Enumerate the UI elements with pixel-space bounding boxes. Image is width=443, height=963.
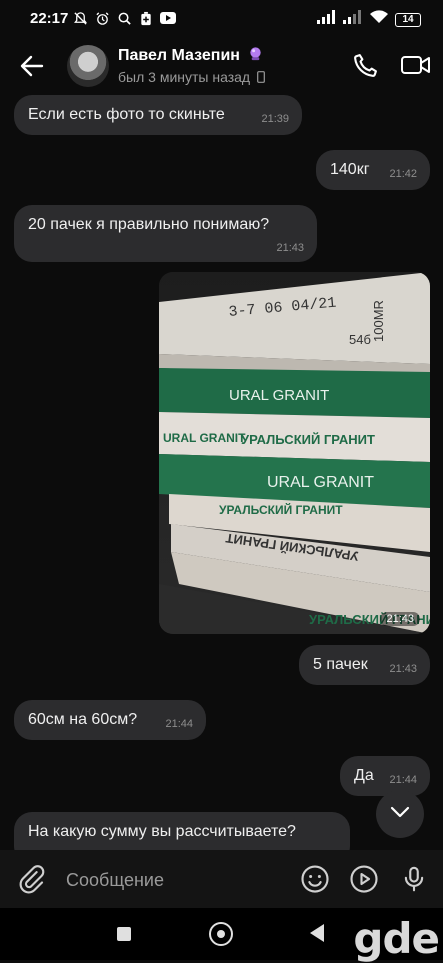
message-time: 21:44: [165, 718, 193, 730]
message-text: Если есть фото то скиньте: [28, 106, 225, 123]
photo-brand-3: УРАЛЬСКИЙ ГРАНИТ: [241, 432, 375, 447]
message-time: 21:42: [389, 168, 417, 180]
photo-brand-5: УРАЛЬСКИЙ ГРАНИТ: [219, 502, 343, 517]
message-time: 21:43: [276, 242, 304, 254]
chevron-down-icon: [390, 805, 410, 823]
status-icons-right: 14: [317, 10, 421, 29]
message-text: На какую сумму вы рассчитываете?: [28, 823, 296, 840]
home-dot-icon: [217, 930, 225, 938]
mute-bell-icon: [72, 10, 88, 26]
back-arrow-icon[interactable]: [18, 52, 46, 80]
photo-brand-4: URAL GRANIT: [267, 474, 374, 491]
avatar[interactable]: [67, 45, 109, 87]
message-composer: [0, 850, 443, 908]
photo-time: 21:43: [380, 612, 420, 626]
message-bubble-out[interactable]: 140кг 21:42: [316, 150, 430, 190]
message-bubble-in[interactable]: 60см на 60см? 21:44: [14, 700, 206, 740]
wifi-icon: [369, 10, 389, 29]
watermark-logo: gde: [353, 914, 440, 963]
scroll-down-button[interactable]: [376, 790, 424, 838]
system-nav-bar: gde: [0, 908, 443, 963]
message-input[interactable]: [64, 866, 288, 894]
crystal-ball-icon: [248, 46, 263, 66]
status-icons-left: [72, 10, 176, 26]
message-text: 60см на 60см?: [28, 711, 138, 728]
back-button[interactable]: [310, 924, 324, 942]
signal-icon: [317, 10, 337, 29]
photo-brand-2: URAL GRANIT: [163, 431, 246, 445]
signal-2-icon: [343, 10, 363, 29]
message-bubble-in[interactable]: 20 пачек я правильно понимаю? 21:43: [14, 205, 317, 262]
chat-header: Павел Мазепин был 3 минуты назад: [0, 38, 443, 94]
message-list[interactable]: Если есть фото то скиньте 21:39 140кг 21…: [0, 94, 443, 850]
contact-name[interactable]: Павел Мазепин: [118, 46, 263, 66]
photo-image: 3-7 06 04/21 54б 100МR URAL GRANIT URAL …: [159, 272, 430, 634]
phone-call-icon[interactable]: [352, 51, 380, 79]
message-time: 21:39: [261, 113, 289, 125]
recents-button[interactable]: [117, 927, 131, 941]
alarm-icon: [94, 10, 110, 26]
video-call-icon[interactable]: [400, 51, 432, 79]
search-icon: [116, 10, 132, 26]
battery-saver-icon: [138, 10, 154, 26]
status-bar: 22:17 14: [0, 0, 443, 38]
message-bubble-in[interactable]: На какую сумму вы рассчитываете?: [14, 812, 350, 850]
microphone-icon[interactable]: [399, 864, 429, 894]
last-seen-text: был 3 минуты назад: [118, 69, 251, 85]
photo-brand-1: URAL GRANIT: [229, 387, 329, 404]
paperclip-icon[interactable]: [16, 864, 46, 894]
emoji-icon[interactable]: [300, 864, 330, 894]
message-bubble-out[interactable]: Да 21:44: [340, 756, 430, 796]
home-button[interactable]: [209, 922, 233, 946]
phone-device-icon: [257, 70, 265, 86]
message-text: 140кг: [330, 161, 370, 178]
message-bubble-in[interactable]: Если есть фото то скиньте 21:39: [14, 95, 302, 135]
play-circle-icon[interactable]: [349, 864, 379, 894]
contact-name-text: Павел Мазепин: [118, 47, 240, 65]
message-time: 21:44: [389, 774, 417, 786]
photo-message[interactable]: 3-7 06 04/21 54б 100МR URAL GRANIT URAL …: [159, 272, 430, 634]
message-bubble-out[interactable]: 5 пачек 21:43: [299, 645, 430, 685]
message-text: 20 пачек я правильно понимаю?: [28, 216, 270, 233]
message-time: 21:43: [389, 663, 417, 675]
last-seen-status: был 3 минуты назад: [118, 69, 265, 86]
status-time: 22:17: [30, 10, 69, 27]
battery-indicator: 14: [395, 12, 421, 27]
message-text: 5 пачек: [313, 656, 368, 673]
message-text: Да: [354, 767, 374, 784]
photo-label-num: 54б: [349, 332, 371, 347]
youtube-icon: [160, 10, 176, 26]
photo-label-code2: 100МR: [371, 300, 386, 342]
